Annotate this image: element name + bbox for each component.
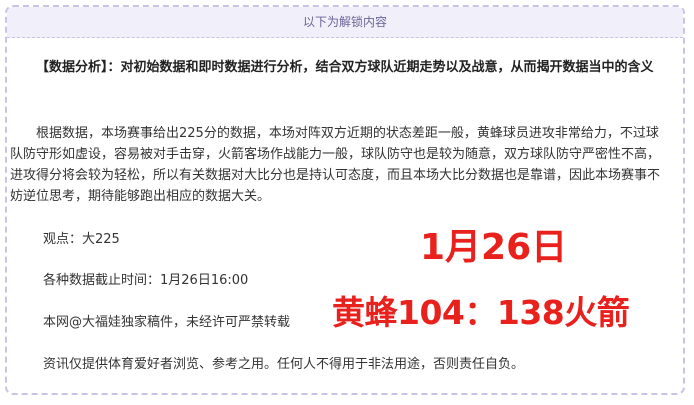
deadline-text: 各种数据截止时间：1月26日16:00 bbox=[43, 273, 249, 288]
unlock-banner: 以下为解锁内容 bbox=[7, 7, 683, 38]
disclaimer-text: 资讯仅提供体育爱好者浏览、参考之用。任何人不得用于非法用途，否则责任自负。 bbox=[43, 357, 525, 372]
analysis-heading: 【数据分析】：对初始数据和即时数据进行分析，结合双方球队近期走势以及战意，从而揭… bbox=[36, 60, 654, 75]
highlight-date: 1月26日 bbox=[420, 227, 568, 268]
viewpoint-text: 观点：大225 bbox=[43, 232, 120, 247]
copyright-text: 本网@大福娃独家稿件，未经许可严禁转载 bbox=[43, 315, 291, 330]
highlight-score: 黄蜂104：138火箭 bbox=[332, 293, 630, 332]
analysis-body: 根据数据，本场赛事给出225分的数据，本场对阵双方近期的状态差距一般，黄蜂球员进… bbox=[10, 126, 661, 204]
